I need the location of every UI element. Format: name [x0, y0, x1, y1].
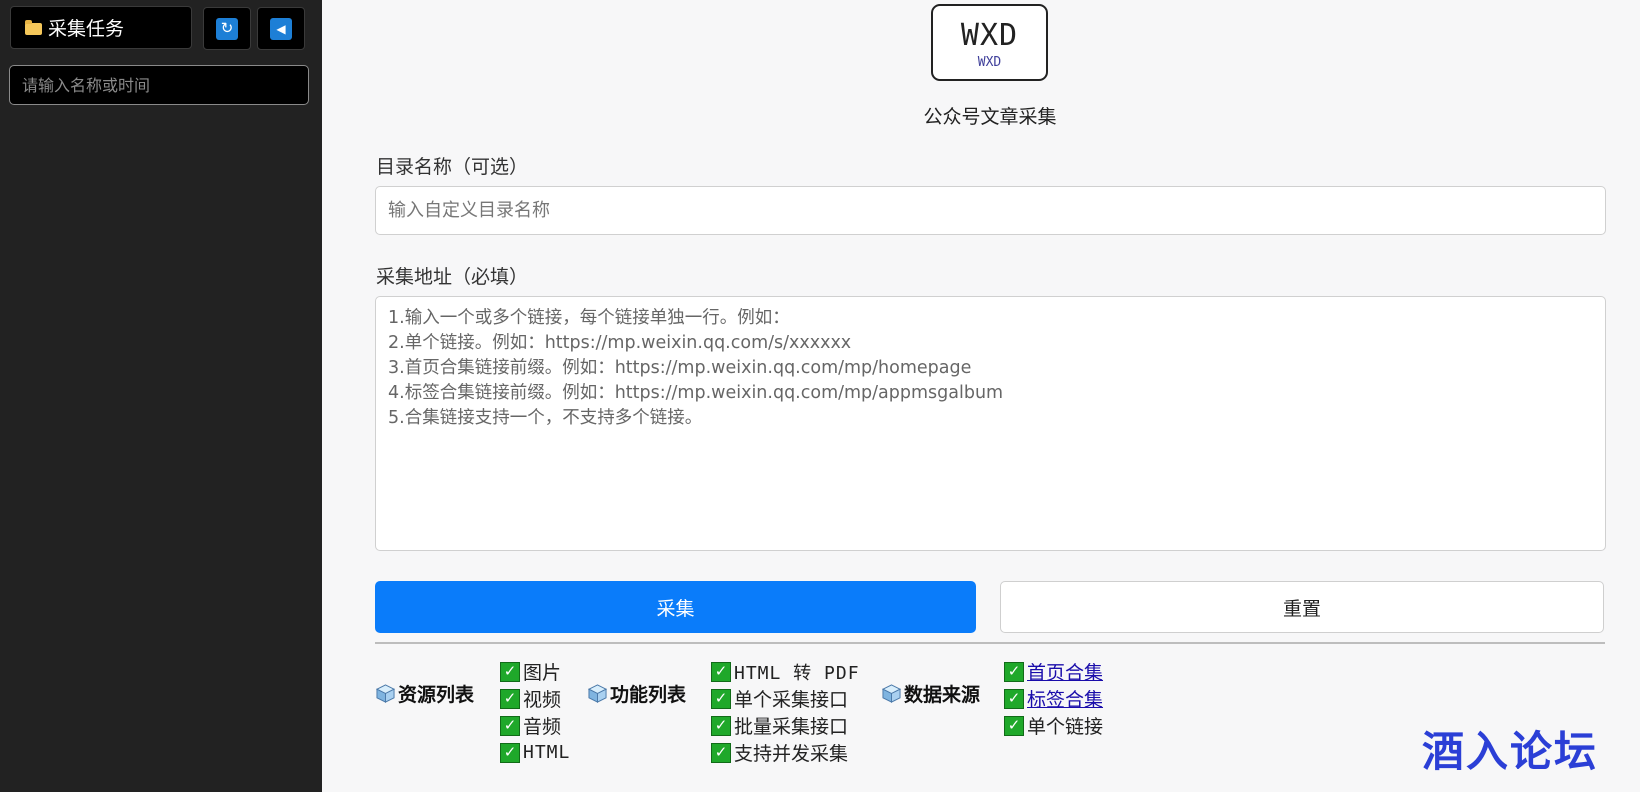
task-list-title-label: 采集任务 — [48, 18, 125, 40]
watermark: 酒入论坛 — [1422, 727, 1599, 776]
check-icon: ✓ — [1004, 688, 1024, 709]
folder-icon — [25, 19, 42, 35]
list-item: ✓ 标签合集 — [1004, 685, 1103, 712]
resources-title-label: 资源列表 — [398, 684, 475, 706]
app-subtitle: 公众号文章采集 — [923, 106, 1057, 128]
check-icon: ✓ — [1004, 661, 1024, 682]
list-item-label: 视频 — [523, 689, 562, 711]
app-logo: WXD WXD — [931, 4, 1048, 81]
list-item: ✓ 图片 — [500, 658, 570, 685]
list-item-label: 图片 — [523, 662, 562, 684]
cube-icon — [588, 684, 607, 703]
list-item: ✓ 音频 — [500, 712, 570, 739]
list-item-label: 音频 — [523, 716, 562, 738]
refresh-icon: ↻ — [216, 17, 238, 40]
sources-list: ✓ 首页合集 ✓ 标签合集 ✓ 单个链接 — [1004, 658, 1103, 739]
check-icon: ✓ — [711, 715, 731, 736]
list-item-label: HTML 转 PDF — [734, 662, 860, 684]
logo-subtext: WXD — [977, 55, 1002, 70]
check-icon: ✓ — [500, 715, 520, 736]
task-list-title: 采集任务 — [10, 6, 192, 49]
cube-icon — [376, 684, 395, 703]
check-icon: ✓ — [711, 661, 731, 682]
functions-title-label: 功能列表 — [610, 684, 687, 706]
list-item: ✓ 支持并发采集 — [711, 739, 860, 766]
sources-title: 数据来源 — [882, 680, 980, 707]
list-item: ✓ 批量采集接口 — [711, 712, 860, 739]
check-icon: ✓ — [1004, 715, 1024, 736]
reset-button[interactable]: 重置 — [1000, 581, 1604, 633]
dir-name-input[interactable] — [375, 186, 1606, 235]
cube-icon — [882, 684, 901, 703]
list-item-label: 支持并发采集 — [734, 743, 849, 765]
sidebar: 采集任务 ↻ ◀ — [0, 0, 322, 792]
collapse-left-icon: ◀ — [270, 17, 292, 40]
check-icon: ✓ — [711, 742, 731, 763]
list-item-label: 单个链接 — [1027, 716, 1104, 738]
tag-collection-link[interactable]: 标签合集 — [1027, 685, 1103, 712]
divider — [375, 642, 1605, 644]
list-item-label: 单个采集接口 — [734, 689, 849, 711]
task-search-input[interactable] — [9, 65, 309, 105]
list-item: ✓ 单个采集接口 — [711, 685, 860, 712]
list-item: ✓ 首页合集 — [1004, 658, 1103, 685]
functions-title: 功能列表 — [588, 680, 686, 707]
collect-button[interactable]: 采集 — [375, 581, 976, 633]
functions-list: ✓ HTML 转 PDF ✓ 单个采集接口 ✓ 批量采集接口 ✓ 支持并发采集 — [711, 658, 860, 766]
url-label: 采集地址（必填） — [376, 266, 529, 288]
check-icon: ✓ — [711, 688, 731, 709]
resources-title: 资源列表 — [376, 680, 474, 707]
homepage-collection-link[interactable]: 首页合集 — [1027, 658, 1103, 685]
refresh-button[interactable]: ↻ — [203, 7, 251, 50]
check-icon: ✓ — [500, 742, 520, 763]
sources-title-label: 数据来源 — [904, 684, 981, 706]
dir-name-label: 目录名称（可选） — [376, 156, 529, 178]
list-item: ✓ HTML 转 PDF — [711, 658, 860, 685]
list-item: ✓ 视频 — [500, 685, 570, 712]
collapse-sidebar-button[interactable]: ◀ — [257, 7, 305, 50]
check-icon: ✓ — [500, 661, 520, 682]
resources-list: ✓ 图片 ✓ 视频 ✓ 音频 ✓ HTML — [500, 658, 570, 766]
list-item: ✓ HTML — [500, 739, 570, 766]
list-item-label: 批量采集接口 — [734, 716, 849, 738]
check-icon: ✓ — [500, 688, 520, 709]
list-item-label: HTML — [523, 742, 571, 763]
list-item: ✓ 单个链接 — [1004, 712, 1103, 739]
url-textarea[interactable] — [375, 296, 1606, 551]
logo-text: WXD — [960, 18, 1019, 53]
